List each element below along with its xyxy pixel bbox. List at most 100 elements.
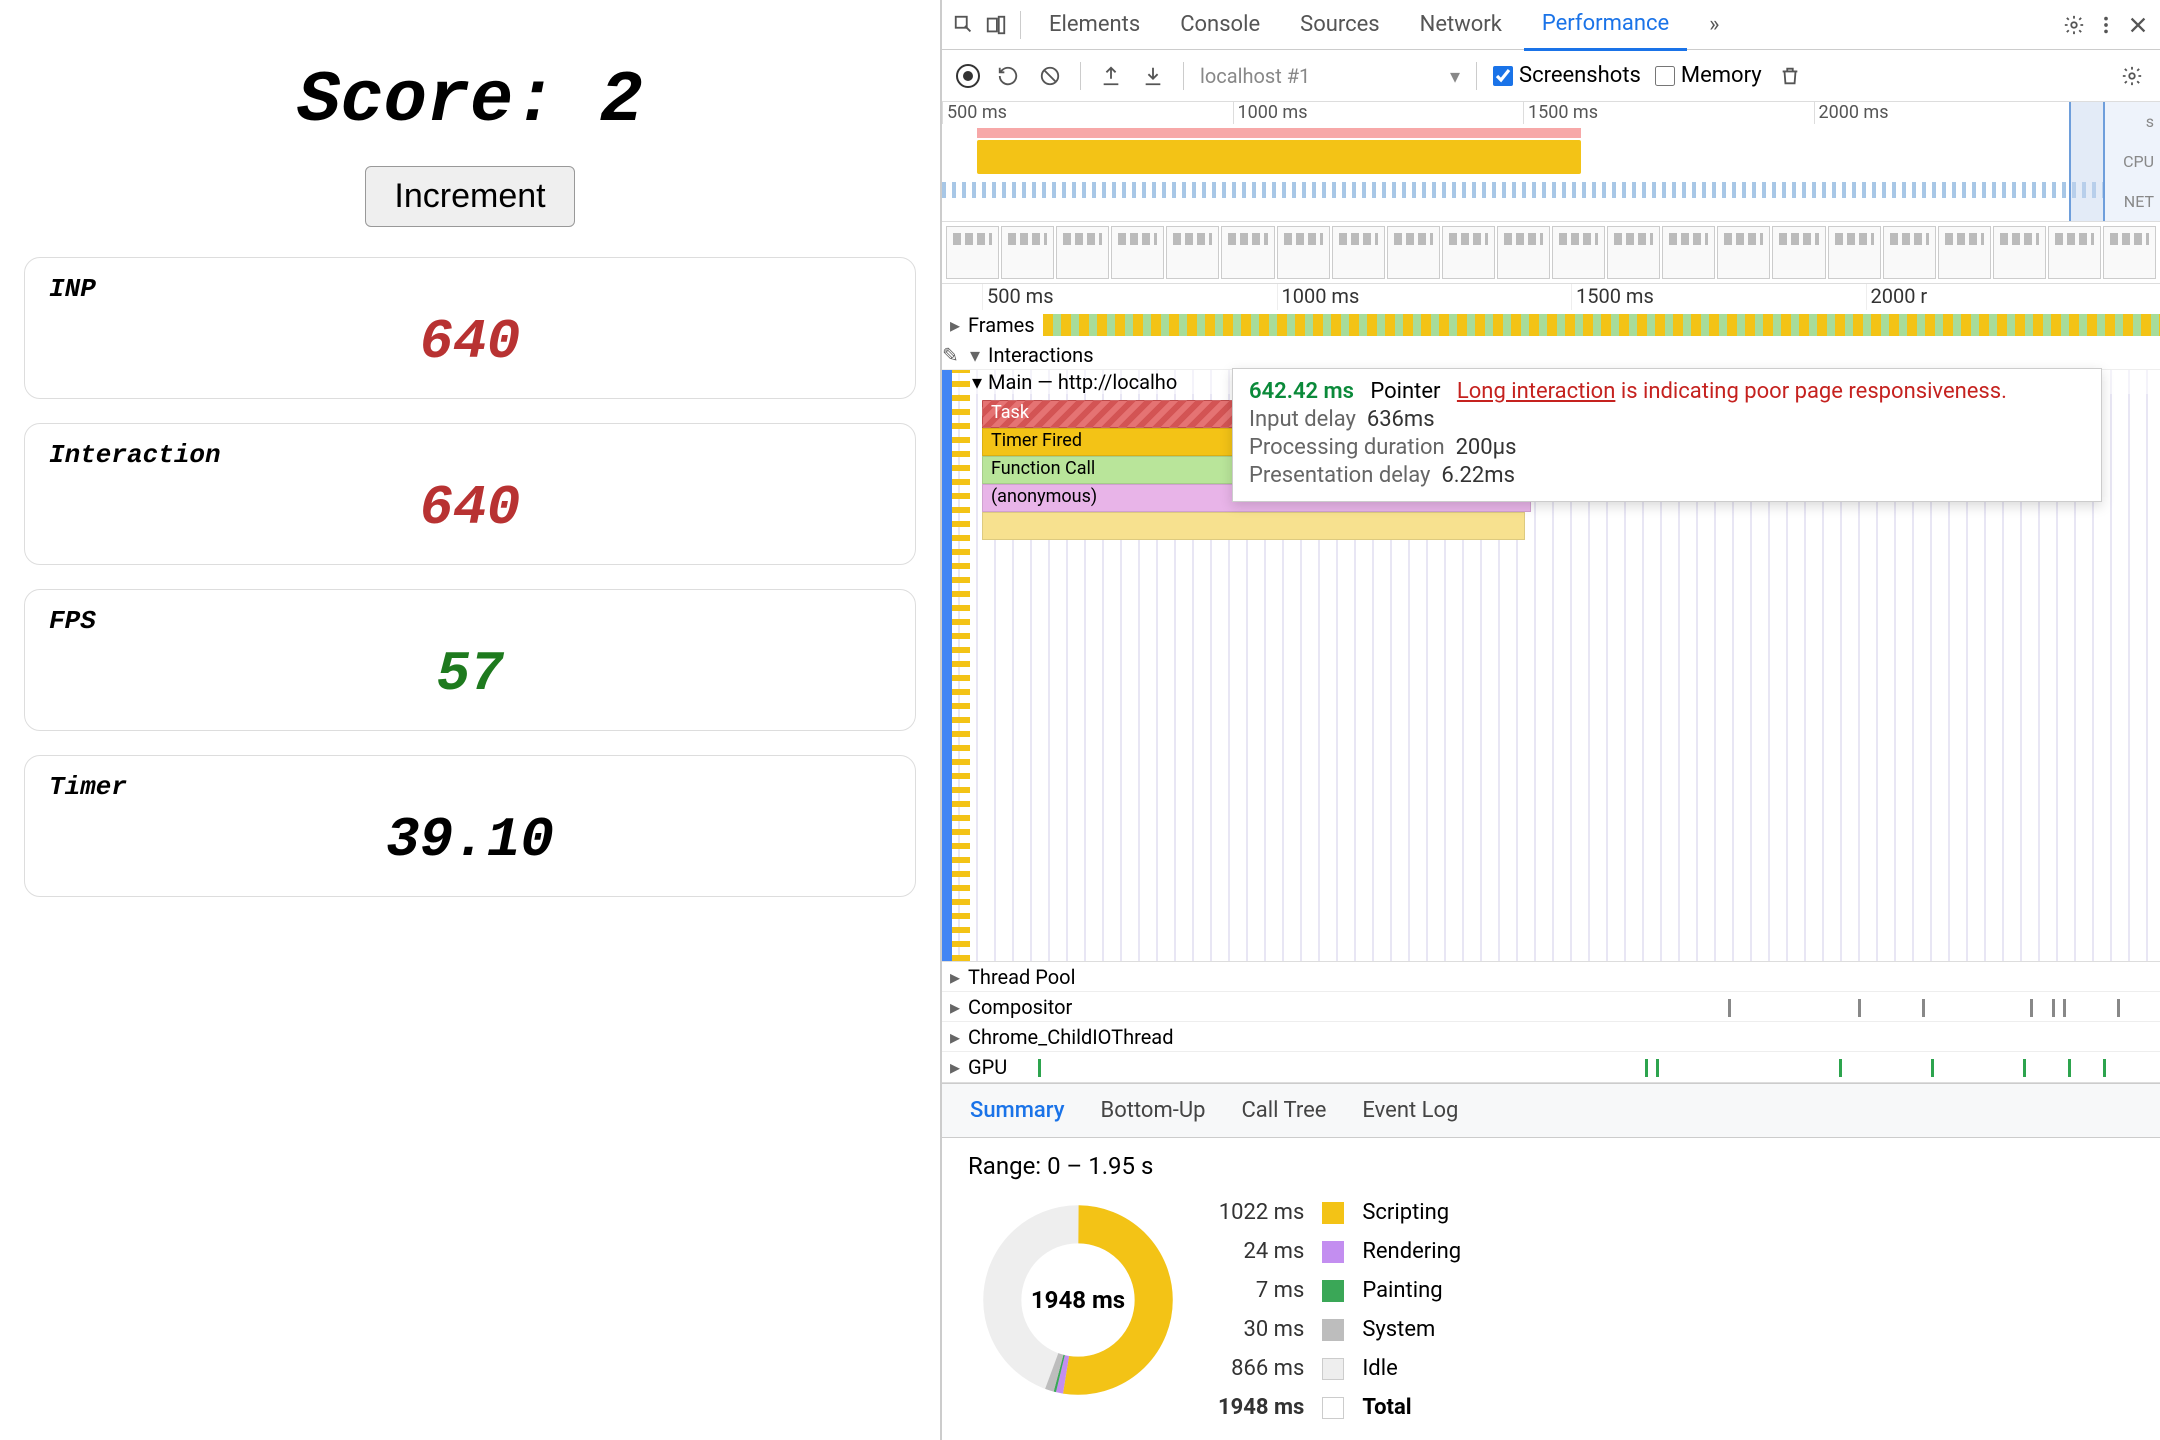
screenshot-thumb[interactable] <box>946 226 999 279</box>
legend-ms: 1022 ms <box>1218 1200 1304 1225</box>
screenshot-thumb[interactable] <box>1938 226 1991 279</box>
track-thread-pool[interactable]: ▸ Thread Pool <box>942 962 2160 992</box>
legend-name: Idle <box>1362 1356 1461 1381</box>
legend-name: Scripting <box>1362 1200 1461 1225</box>
screenshot-thumb[interactable] <box>1497 226 1550 279</box>
kebab-icon[interactable] <box>2092 11 2120 39</box>
caret-icon[interactable]: ▸ <box>942 1055 968 1079</box>
screenshot-thumb[interactable] <box>1717 226 1770 279</box>
screenshots-label: Screenshots <box>1519 63 1641 88</box>
card-inp: INP 640 <box>24 257 916 399</box>
screenshot-thumb[interactable] <box>1442 226 1495 279</box>
tooltip-row: Input delay 636ms <box>1249 407 2085 432</box>
tab-more[interactable]: » <box>1691 0 1737 49</box>
track-compositor[interactable]: ▸ Compositor <box>942 992 2160 1022</box>
overview-selection[interactable] <box>2069 102 2105 221</box>
screenshot-thumb[interactable] <box>1166 226 1219 279</box>
screenshot-thumb[interactable] <box>1607 226 1660 279</box>
screenshot-thumb[interactable] <box>1387 226 1440 279</box>
tab-sources[interactable]: Sources <box>1282 0 1398 49</box>
tab-network[interactable]: Network <box>1402 0 1520 49</box>
legend-ms: 24 ms <box>1218 1239 1304 1264</box>
summary-donut-chart: 1948 ms <box>978 1200 1178 1400</box>
screenshot-thumb[interactable] <box>1221 226 1274 279</box>
tab-event-log[interactable]: Event Log <box>1362 1098 1458 1123</box>
screenshot-thumb[interactable] <box>2103 226 2156 279</box>
card-value: 39.10 <box>49 808 891 872</box>
caret-icon[interactable]: ▸ <box>942 1025 968 1049</box>
device-toggle-icon[interactable] <box>982 11 1010 39</box>
caret-icon[interactable]: ▸ <box>942 995 968 1019</box>
tooltip-link-long-interaction[interactable]: Long interaction <box>1457 379 1615 404</box>
summary-legend: 1022 ms Scripting 24 ms Rendering 7 ms P… <box>1218 1200 1461 1420</box>
screenshots-strip[interactable] <box>942 222 2160 284</box>
timeline-overview[interactable]: 500 ms 1000 ms 1500 ms 2000 ms s CPU NET <box>942 102 2160 222</box>
tab-performance[interactable]: Performance <box>1524 0 1687 51</box>
overview-unit: s <box>2104 112 2154 131</box>
track-child-io[interactable]: ▸ Chrome_ChildIOThread <box>942 1022 2160 1052</box>
legend-ms: 1948 ms <box>1218 1395 1304 1420</box>
tab-bottom-up[interactable]: Bottom-Up <box>1101 1098 1206 1123</box>
upload-icon[interactable] <box>1097 62 1125 90</box>
increment-button[interactable]: Increment <box>365 166 574 227</box>
caret-icon[interactable]: ▸ <box>942 313 968 337</box>
tooltip-row: Presentation delay 6.22ms <box>1249 463 2085 488</box>
screenshot-thumb[interactable] <box>1332 226 1385 279</box>
reload-icon[interactable] <box>994 62 1022 90</box>
track-resize-handle[interactable] <box>942 370 952 961</box>
tab-console[interactable]: Console <box>1162 0 1278 49</box>
tooltip-headline: 642.42 ms Pointer Long interaction is in… <box>1249 379 2085 404</box>
screenshot-thumb[interactable] <box>1056 226 1109 279</box>
memory-checkbox[interactable]: Memory <box>1655 63 1762 88</box>
metric-cards: INP 640 Interaction 640 FPS 57 Timer 39.… <box>24 257 916 921</box>
memory-checkbox-input[interactable] <box>1655 66 1675 86</box>
flame-entry[interactable] <box>982 512 1525 540</box>
screenshot-thumb[interactable] <box>1111 226 1164 279</box>
screenshots-checkbox-input[interactable] <box>1493 66 1513 86</box>
frames-track[interactable]: ▸ Frames <box>942 310 2160 340</box>
card-label: INP <box>49 274 891 304</box>
track-label: Chrome_ChildIOThread <box>968 1025 1181 1049</box>
screenshot-thumb[interactable] <box>1883 226 1936 279</box>
gear-icon[interactable] <box>2060 11 2088 39</box>
screenshot-thumb[interactable] <box>1662 226 1715 279</box>
screenshot-thumb[interactable] <box>1828 226 1881 279</box>
caret-icon[interactable]: ▾ <box>972 370 982 394</box>
legend-swatch-painting <box>1322 1280 1344 1302</box>
clear-icon[interactable] <box>1036 62 1064 90</box>
caret-icon[interactable]: ▸ <box>942 965 968 989</box>
screenshot-thumb[interactable] <box>1552 226 1605 279</box>
screenshots-checkbox[interactable]: Screenshots <box>1493 63 1641 88</box>
tab-summary[interactable]: Summary <box>970 1098 1065 1123</box>
screenshot-thumb[interactable] <box>1772 226 1825 279</box>
track-gpu[interactable]: ▸ GPU <box>942 1052 2160 1082</box>
interactions-track[interactable]: ✎ ▾ Interactions <box>942 340 2160 370</box>
close-icon[interactable] <box>2124 11 2152 39</box>
tooltip-row-key: Input delay <box>1249 407 1356 432</box>
screenshot-thumb[interactable] <box>1277 226 1330 279</box>
card-label: Timer <box>49 772 891 802</box>
tab-elements[interactable]: Elements <box>1031 0 1158 49</box>
profile-select-label: localhost #1 <box>1200 64 1310 88</box>
track-label: Compositor <box>968 995 1080 1019</box>
memory-label: Memory <box>1681 63 1762 88</box>
gear-icon[interactable] <box>2118 62 2146 90</box>
screenshot-thumb[interactable] <box>1001 226 1054 279</box>
profile-select[interactable]: localhost #1 ▾ <box>1200 64 1460 88</box>
tooltip-row: Processing duration 200µs <box>1249 435 2085 460</box>
separator <box>1183 62 1184 90</box>
inspect-icon[interactable] <box>950 11 978 39</box>
tooltip-row-key: Processing duration <box>1249 435 1445 460</box>
tab-call-tree[interactable]: Call Tree <box>1241 1098 1326 1123</box>
garbage-collect-icon[interactable] <box>1776 62 1804 90</box>
separator <box>1476 62 1477 90</box>
tooltip-kind: Pointer <box>1370 379 1440 404</box>
caret-icon[interactable]: ▾ <box>962 343 988 367</box>
legend-swatch-scripting <box>1322 1202 1344 1224</box>
screenshot-thumb[interactable] <box>1993 226 2046 279</box>
screenshot-thumb[interactable] <box>2048 226 2101 279</box>
download-icon[interactable] <box>1139 62 1167 90</box>
card-fps: FPS 57 <box>24 589 916 731</box>
legend-ms: 866 ms <box>1218 1356 1304 1381</box>
record-button[interactable] <box>956 64 980 88</box>
